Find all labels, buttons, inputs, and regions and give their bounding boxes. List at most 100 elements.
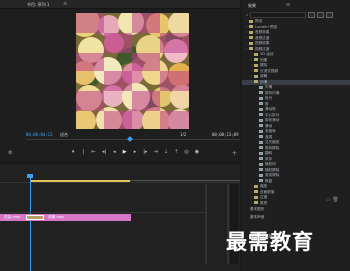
tree-item-label: 随机块	[265, 162, 276, 166]
tree-item-label: 渐变擦除	[265, 173, 280, 177]
folder-icon	[254, 195, 258, 199]
effect-icon	[259, 162, 263, 166]
export-frame-icon[interactable]: ◎	[183, 148, 189, 156]
mark-in-icon[interactable]: ▾	[70, 148, 76, 156]
timeline-scrollbar[interactable]	[205, 184, 207, 264]
tree-item-label: 内滑	[265, 85, 273, 89]
tree-item-label: 漩涡	[265, 134, 273, 139]
transition-marker[interactable]	[26, 214, 45, 220]
effect-icon	[259, 102, 263, 105]
add-button-icon[interactable]: +	[232, 150, 237, 157]
tree-item-label: 滑动	[265, 123, 273, 128]
folder-icon	[254, 69, 258, 72]
tree-item-label: 过渡	[260, 195, 268, 199]
tree-item-label: 视频过渡	[255, 46, 270, 51]
tree-item-label: 3D 运动	[260, 52, 274, 56]
step-forward-icon[interactable]: |▸	[142, 148, 148, 156]
step-back-icon[interactable]: ◂|	[101, 148, 107, 156]
effect-icon	[259, 179, 263, 182]
extract-icon[interactable]: ⇡	[173, 148, 179, 156]
monitor-scrubber[interactable]	[26, 139, 240, 144]
wrench-icon[interactable]: ⚙	[8, 150, 12, 156]
timeline-panel: 花朵.mov 风景.mov	[0, 164, 240, 271]
tree-item-label: 风车	[265, 156, 273, 161]
program-tab-strip: 节目: 序列 1 ≡	[0, 0, 240, 9]
program-tab[interactable]: 节目: 序列 1	[27, 2, 49, 8]
effect-icon	[259, 146, 263, 149]
work-area-bar[interactable]	[30, 180, 130, 182]
folder-icon	[254, 190, 258, 193]
track-divider	[0, 212, 205, 213]
effect-icon	[259, 151, 263, 155]
playback-resolution-select[interactable]: 1/2	[180, 132, 186, 137]
folder-icon	[254, 184, 258, 188]
folder-icon	[254, 80, 258, 83]
search-icon: ⌕	[246, 12, 249, 17]
folder-icon	[254, 52, 258, 56]
effect-icon	[259, 157, 263, 160]
footer-item-essential-graphics[interactable]: 基本图形	[250, 207, 264, 212]
tab-menu-icon[interactable]: ≡	[63, 1, 67, 7]
effect-icon	[259, 107, 263, 111]
tree-item-label: 音频过渡	[255, 35, 270, 40]
32bit-effects-icon[interactable]	[317, 11, 325, 18]
accelerated-effects-icon[interactable]	[308, 11, 316, 18]
effect-icon	[259, 129, 263, 133]
playhead-line[interactable]	[30, 175, 31, 271]
tree-item-label: 擦除	[260, 63, 268, 67]
folder-icon	[249, 30, 253, 34]
go-to-out-icon[interactable]: ⇥	[153, 148, 159, 156]
effects-title[interactable]: 效果	[248, 3, 256, 9]
folder-icon	[254, 58, 258, 61]
clip-name-2[interactable]: 风景.mov	[48, 215, 64, 219]
tree-item-label: 中心拆分	[265, 112, 280, 117]
zoom-fit-select[interactable]: 适合	[60, 132, 68, 138]
effect-icon	[259, 135, 263, 138]
video-clip-track[interactable]: 花朵.mov 风景.mov	[0, 214, 131, 221]
folder-icon	[249, 19, 253, 23]
tree-item-label: 划像	[260, 57, 268, 62]
effect-icon	[259, 85, 263, 89]
new-folder-icon[interactable]: ▭ 🗑	[326, 197, 339, 203]
tree-item-label: 随机擦除	[265, 167, 280, 172]
ruler-line	[130, 180, 240, 181]
effects-tree: › 预设 › Lumetri 预设 › 音频效果 › 音频过渡 › 视频效果 › 视频过渡 › 3D 运动…	[242, 19, 350, 206]
folder-icon	[254, 74, 258, 78]
video-preview	[76, 13, 189, 129]
panel-menu-icon[interactable]: ≡	[286, 2, 290, 8]
effect-icon	[259, 173, 263, 177]
folder-icon	[249, 36, 253, 39]
effect-icon	[259, 140, 263, 144]
current-timecode[interactable]: 00;00;04;23	[26, 132, 53, 137]
effects-search-input[interactable]	[250, 11, 307, 18]
folder-icon	[249, 41, 253, 45]
effect-icon	[259, 113, 263, 116]
go-to-in-icon[interactable]: ⇤	[91, 148, 97, 156]
effect-icon	[259, 118, 263, 122]
tree-item-label: 推	[265, 101, 269, 106]
footer-item-essential-sound[interactable]: 基本声音	[250, 215, 264, 220]
tree-item-label: 缩放	[260, 184, 268, 188]
tree-item-label: 多旋转	[265, 129, 276, 133]
tree-item-label: 滑动带	[265, 107, 276, 111]
folder-icon	[249, 25, 253, 28]
lift-icon[interactable]: ⇣	[163, 148, 169, 156]
tree-item-label: 音频效果	[255, 30, 270, 34]
comparison-icon[interactable]: ◉	[194, 148, 200, 156]
forward-icon[interactable]: ▸	[132, 148, 138, 156]
tree-item-label: 带状擦除	[265, 145, 280, 150]
mark-out-icon[interactable]: |	[80, 148, 86, 156]
transport-controls: ▾ | ⇤ ◂| ◂ ▶ ▸ |▸ ⇥ ⇣ ⇡ ◎ ◉	[70, 148, 200, 156]
rewind-icon[interactable]: ◂	[111, 148, 117, 156]
effects-search-row: ⌕	[246, 11, 346, 18]
yuv-effects-icon[interactable]	[326, 11, 334, 18]
effect-icon	[259, 168, 263, 171]
tree-item-label: 沉浸式视频	[260, 68, 278, 73]
clip-name-1[interactable]: 花朵.mov	[4, 215, 20, 219]
folder-icon	[254, 201, 258, 204]
tree-item-label: 交叉缩放	[265, 140, 280, 144]
play-icon[interactable]: ▶	[122, 148, 128, 156]
folder-icon	[254, 63, 258, 67]
tree-item-label: 视频效果	[255, 41, 270, 45]
effect-icon	[259, 91, 263, 94]
